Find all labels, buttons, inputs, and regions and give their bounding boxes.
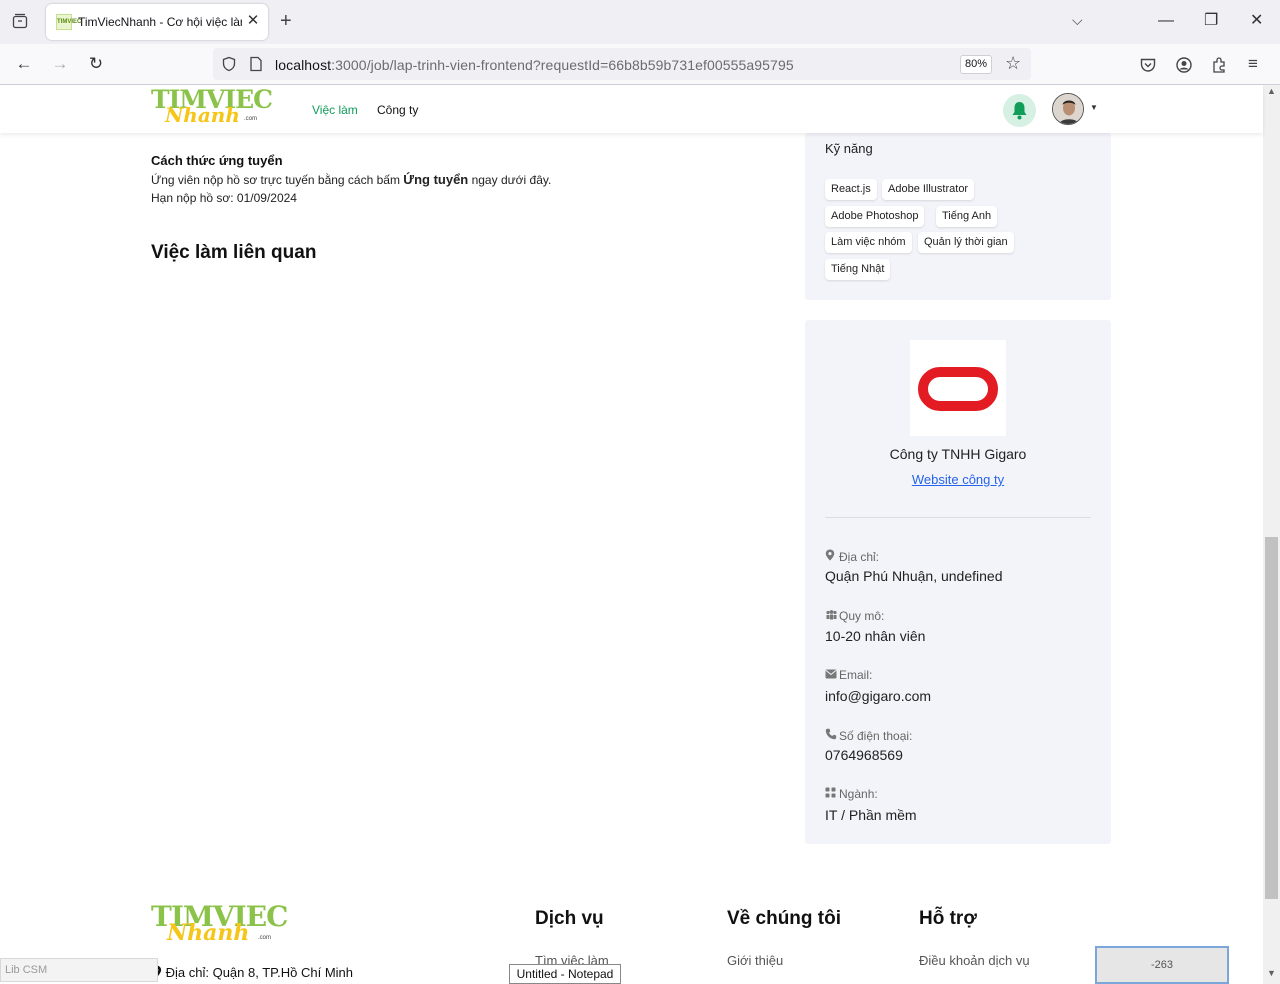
site-header: TIMVIEC Nhanh .com Việc làm Công ty ▼ — [0, 85, 1263, 133]
tab-close-icon[interactable]: ✕ — [244, 12, 262, 30]
scroll-up-arrow-icon[interactable]: ▲ — [1263, 86, 1280, 100]
industry-value: IT / Phần mềm — [825, 807, 917, 823]
company-website-link[interactable]: Website công ty — [805, 472, 1111, 487]
address-bar[interactable]: localhost:3000/job/lap-trinh-vien-fronte… — [213, 48, 1031, 80]
footer-services-heading: Dịch vụ — [535, 908, 604, 929]
footer-address: Địa chỉ: Quận 8, TP.Hồ Chí Minh — [151, 965, 353, 980]
back-arrow-icon[interactable]: ← — [13, 53, 35, 75]
window-close-icon[interactable]: ✕ — [1250, 12, 1263, 30]
apply-method-text: Ứng viên nộp hồ sơ trực tuyến bằng cách … — [151, 172, 552, 187]
company-size-label: Quy mô: — [825, 609, 884, 623]
skills-title: Kỹ năng — [825, 141, 873, 156]
browser-tab-active[interactable]: TIMVIEC TimViecNhanh - Cơ hội việc làm ✕ — [46, 4, 268, 40]
email-value: info@gigaro.com — [825, 688, 932, 704]
grid-icon — [825, 787, 839, 801]
scroll-down-arrow-icon[interactable]: ▼ — [1263, 968, 1280, 982]
nav-jobs-link[interactable]: Việc làm — [312, 103, 358, 117]
extensions-icon[interactable] — [1211, 56, 1229, 74]
browser-navigation-bar: ← → ↻ localhost:3000/job/lap-trinh-vien-… — [0, 44, 1280, 85]
application-deadline: Hạn nộp hồ sơ: 01/09/2024 — [151, 191, 297, 205]
address-label: Địa chỉ: — [825, 549, 879, 564]
footer-support-heading: Hỗ trợ — [919, 908, 977, 929]
menu-hamburger-icon[interactable]: ≡ — [1248, 54, 1258, 74]
shield-icon[interactable] — [221, 56, 237, 72]
company-name: Công ty TNHH Gigaro — [889, 446, 1027, 462]
bell-icon — [1012, 102, 1027, 120]
skills-card: Kỹ năng React.js Adobe Illustrator Adobe… — [805, 133, 1111, 300]
person-photo-icon — [1053, 94, 1083, 124]
skill-chip: Adobe Photoshop — [825, 206, 925, 227]
pocket-icon[interactable] — [1139, 56, 1157, 74]
nav-companies-link[interactable]: Công ty — [377, 103, 418, 117]
tab-title: TimViecNhanh - Cơ hội việc làm — [78, 15, 242, 29]
skill-chip: Tiếng Anh — [936, 206, 998, 227]
people-group-icon — [825, 609, 839, 623]
notepad-taskbar-tooltip[interactable]: Untitled - Notepad — [509, 964, 621, 984]
divider — [825, 517, 1091, 518]
url-text[interactable]: localhost:3000/job/lap-trinh-vien-fronte… — [275, 57, 794, 73]
libcsm-widget[interactable]: Lib CSM — [0, 958, 158, 982]
industry-label: Ngành: — [825, 787, 878, 801]
address-value: Quận Phú Nhuận, undefined — [825, 568, 1003, 584]
skill-chip: Adobe Illustrator — [882, 179, 975, 200]
browser-tab-bar: TIMVIEC TimViecNhanh - Cơ hội việc làm ✕… — [0, 0, 1280, 44]
envelope-icon — [825, 668, 839, 682]
account-icon[interactable] — [1175, 56, 1193, 74]
phone-value: 0764968569 — [825, 747, 903, 763]
company-card: Công ty TNHH Gigaro Website công ty Địa … — [805, 320, 1111, 844]
minimize-icon[interactable]: — — [1158, 12, 1174, 30]
apply-method-heading: Cách thức ứng tuyển — [151, 153, 283, 168]
bookmark-star-icon[interactable]: ☆ — [1005, 53, 1021, 74]
new-tab-plus-icon[interactable]: + — [280, 11, 292, 31]
forward-arrow-icon[interactable]: → — [49, 53, 71, 75]
skill-chip: Làm việc nhóm — [825, 232, 912, 253]
reload-icon[interactable]: ↻ — [85, 53, 107, 75]
map-pin-icon — [825, 549, 839, 564]
footer-about-heading: Về chúng tôi — [727, 908, 841, 929]
related-jobs-heading: Việc làm liên quan — [151, 242, 317, 263]
user-avatar[interactable] — [1052, 93, 1084, 125]
company-logo[interactable] — [910, 340, 1006, 436]
skill-chip: Tiếng Nhật — [825, 259, 891, 280]
restore-icon[interactable]: ❐ — [1204, 12, 1218, 30]
page-info-icon[interactable] — [249, 56, 263, 72]
phone-label: Số điện thoại: — [825, 728, 912, 743]
notification-button[interactable] — [1003, 94, 1036, 127]
footer-terms-link[interactable]: Điều khoản dịch vụ — [919, 953, 1030, 968]
company-size-value: 10-20 nhân viên — [825, 628, 926, 644]
tabs-list-icon[interactable] — [12, 13, 28, 29]
floating-counter-box[interactable]: -263 — [1095, 946, 1229, 984]
page-scrollbar-thumb[interactable] — [1265, 537, 1278, 899]
email-label: Email: — [825, 668, 872, 682]
skill-chip: React.js — [825, 179, 877, 200]
skill-chip: Quản lý thời gian — [918, 232, 1014, 253]
account-dropdown-caret-icon[interactable]: ▼ — [1090, 103, 1098, 112]
footer-logo[interactable]: TIMVIEC Nhanh .com — [151, 902, 288, 948]
list-all-tabs-chevron-icon[interactable]: ⌵ — [1072, 12, 1083, 29]
phone-icon — [825, 728, 839, 743]
company-logo-ring-icon — [918, 367, 998, 411]
zoom-level-badge[interactable]: 80% — [960, 55, 992, 74]
site-favicon-icon: TIMVIEC — [56, 14, 81, 30]
footer-introduction-link[interactable]: Giới thiệu — [727, 953, 783, 968]
site-logo[interactable]: TIMVIEC Nhanh .com — [151, 87, 273, 129]
